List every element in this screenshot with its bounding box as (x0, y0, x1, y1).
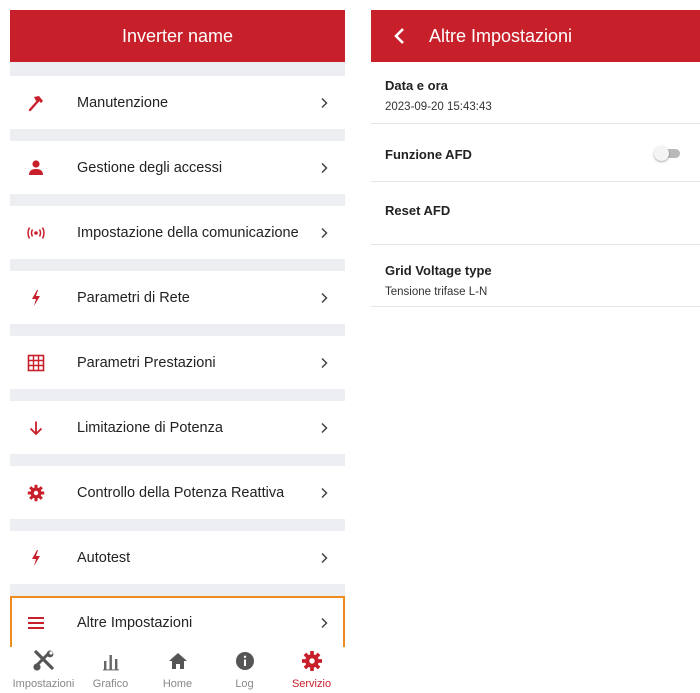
chevron-right-icon (303, 227, 345, 239)
menu-item-label: Parametri Prestazioni (77, 354, 216, 371)
app-header: Inverter name (10, 10, 345, 62)
menu-lines-icon (10, 616, 62, 630)
menu-item-potenza-reattiva[interactable]: Controllo della Potenza Reattiva (10, 466, 345, 519)
tab-servizio[interactable]: Servizio (278, 647, 345, 693)
separator (10, 129, 345, 141)
separator (10, 62, 345, 76)
menu-item-label: Gestione degli accessi (77, 159, 223, 176)
menu-item-label: Limitazione di Potenza (77, 419, 223, 436)
tab-label: Grafico (92, 678, 129, 690)
chevron-left-icon (394, 28, 404, 44)
menu-item-altre-impostazioni[interactable]: Altre Impostazioni (10, 596, 345, 649)
tab-label: Impostazioni (12, 678, 75, 690)
arrow-down-icon (10, 420, 62, 436)
chevron-right-icon (303, 552, 345, 564)
broadcast-icon (10, 226, 62, 240)
setting-label: Reset AFD (385, 203, 451, 218)
menu-item-limitazione-potenza[interactable]: Limitazione di Potenza (10, 401, 345, 454)
setting-reset-afd[interactable]: Reset AFD (371, 182, 700, 245)
lightning-icon (10, 289, 62, 307)
menu-item-label: Controllo della Potenza Reattiva (77, 484, 285, 501)
setting-label: Grid Voltage type (385, 263, 492, 278)
setting-label: Data e ora (385, 78, 448, 93)
tab-grafico[interactable]: Grafico (77, 647, 144, 693)
tab-label: Servizio (291, 678, 332, 690)
toggle-knob (654, 146, 669, 161)
menu-item-label: Manutenzione (77, 94, 169, 111)
chevron-right-icon (303, 97, 345, 109)
home-icon (168, 650, 188, 672)
chevron-right-icon (303, 487, 345, 499)
separator (10, 584, 345, 596)
separator (10, 324, 345, 336)
menu-item-parametri-rete[interactable]: Parametri di Rete (10, 271, 345, 324)
service-menu-panel: Inverter name Manutenzione Gestione degl… (10, 10, 345, 693)
setting-grid-voltage-type[interactable]: Grid Voltage type Tensione trifase L-N (371, 245, 700, 307)
bar-chart-icon (101, 650, 121, 672)
chevron-right-icon (303, 292, 345, 304)
person-icon (10, 159, 62, 177)
setting-value: 2023-09-20 15:43:43 (385, 101, 492, 113)
separator (10, 259, 345, 271)
chevron-right-icon (303, 357, 345, 369)
lightning-icon (10, 549, 62, 567)
separator (10, 519, 345, 531)
setting-value: Tensione trifase L-N (385, 286, 488, 298)
menu-item-label: Impostazione della comunicazione (77, 224, 299, 241)
menu-item-autotest[interactable]: Autotest (10, 531, 345, 584)
gear-icon (301, 650, 323, 672)
chevron-right-icon (303, 162, 345, 174)
grid-icon (10, 354, 62, 372)
setting-label: Funzione AFD (385, 147, 472, 162)
menu-item-parametri-prestazioni[interactable]: Parametri Prestazioni (10, 336, 345, 389)
tab-log[interactable]: Log (211, 647, 278, 693)
inverter-name-title: Inverter name (121, 25, 234, 46)
settings-header: Altre Impostazioni (371, 10, 700, 62)
setting-funzione-afd: Funzione AFD (371, 124, 700, 182)
tab-label: Home (162, 678, 193, 690)
tools-icon (32, 650, 56, 672)
menu-item-comunicazione[interactable]: Impostazione della comunicazione (10, 206, 345, 259)
info-icon (235, 650, 255, 672)
menu-item-label: Autotest (77, 549, 131, 566)
menu-item-gestione-accessi[interactable]: Gestione degli accessi (10, 141, 345, 194)
setting-data-e-ora[interactable]: Data e ora 2023-09-20 15:43:43 (371, 62, 700, 124)
menu-item-label: Altre Impostazioni (77, 614, 193, 631)
tab-impostazioni[interactable]: Impostazioni (10, 647, 77, 693)
menu-item-manutenzione[interactable]: Manutenzione (10, 76, 345, 129)
other-settings-panel: Altre Impostazioni Data e ora 2023-09-20… (371, 10, 700, 693)
chevron-right-icon (303, 617, 345, 629)
afd-toggle[interactable] (654, 146, 680, 161)
tab-label: Log (235, 678, 254, 690)
menu-item-label: Parametri di Rete (77, 289, 190, 306)
hammer-icon (10, 94, 62, 112)
separator (10, 194, 345, 206)
gear-icon (10, 484, 62, 502)
bottom-tab-bar: Impostazioni Grafico Home Log Servizio (10, 647, 345, 693)
tab-home[interactable]: Home (144, 647, 211, 693)
back-button[interactable] (371, 27, 429, 45)
separator (10, 454, 345, 466)
separator (10, 389, 345, 401)
chevron-right-icon (303, 422, 345, 434)
page-title: Altre Impostazioni (429, 25, 573, 46)
